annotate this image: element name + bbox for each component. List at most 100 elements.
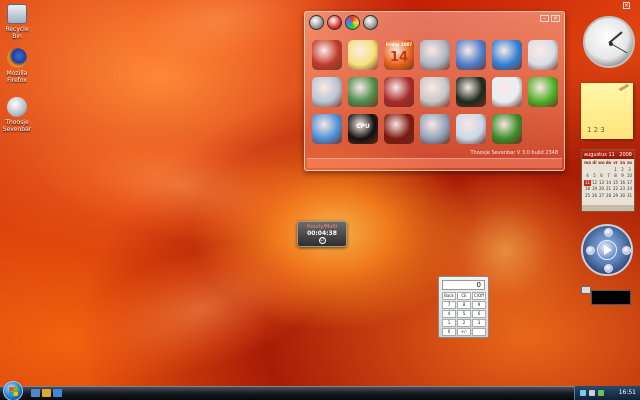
calendar-day[interactable]: 28 — [605, 193, 612, 200]
recycle-bin-icon — [7, 4, 27, 24]
calendar-footer — [582, 205, 634, 211]
wallpaper-petal — [22, 104, 338, 266]
calculator-key[interactable]: 7 — [442, 301, 456, 309]
network-meter-icon[interactable] — [456, 77, 486, 107]
shutdown-icon[interactable] — [384, 77, 414, 107]
search-icon[interactable] — [492, 77, 522, 107]
gear-icon[interactable] — [363, 15, 378, 30]
calendar-day[interactable]: 29 — [612, 193, 619, 200]
clock-icon[interactable] — [312, 40, 342, 70]
timer-power-icon[interactable]: ⏻ — [318, 237, 326, 244]
sticky-notes-gadget[interactable]: 1 2 3 — [581, 83, 633, 139]
minimize-button[interactable]: – — [540, 15, 549, 22]
media-player-icon[interactable] — [492, 40, 522, 70]
photos-icon[interactable] — [348, 77, 378, 107]
play-icon — [604, 245, 612, 255]
volume-icon[interactable] — [589, 390, 595, 396]
recycle-bin-icon[interactable] — [312, 77, 342, 107]
clock-center — [609, 42, 613, 46]
switch-windows-icon[interactable] — [42, 389, 51, 397]
desktop-icon-label: Recycle Bin — [5, 26, 29, 40]
windows-logo-icon — [9, 387, 18, 396]
calculator-widget[interactable]: 0 Back CE C/Off 7 8 9 4 5 6 1 2 3 0 +/-. — [438, 276, 489, 338]
calculator-key[interactable]: CE — [457, 292, 471, 300]
system-tray: 16:51 — [574, 386, 640, 400]
calculator-key[interactable]: 5 — [457, 310, 471, 318]
calculator-key[interactable]: . — [472, 328, 486, 336]
calculator-icon[interactable] — [456, 114, 486, 144]
tray-clock[interactable]: 16:51 — [619, 389, 636, 396]
tray-app-icon[interactable] — [598, 390, 604, 396]
show-desktop-icon[interactable] — [31, 389, 40, 397]
tile-caption: Friday 2007 — [385, 42, 413, 47]
firefox-icon — [7, 48, 27, 68]
timer-time: 00:04:38 — [307, 230, 337, 237]
drive-icon[interactable] — [420, 40, 450, 70]
launcher-window-controls: – × — [540, 15, 560, 22]
timer-widget[interactable]: Hourly/Multi 00:04:38 ⏻ — [297, 221, 347, 247]
magnifier-icon[interactable] — [384, 114, 414, 144]
media-player-gadget[interactable] — [581, 224, 633, 276]
launcher-version-text: Thoosje Sevenbar V 3.0 build 2348 — [470, 150, 559, 156]
calculator-key[interactable]: 0 — [442, 328, 456, 336]
stop-icon[interactable] — [604, 264, 613, 273]
compass-icon[interactable] — [327, 15, 342, 30]
pencil-icon — [618, 83, 630, 92]
sevenbar-launcher-window[interactable]: – × Friday 2007 14 CPU Thoosje Sevenbar V … — [304, 11, 565, 171]
calculator-key[interactable]: 4 — [442, 310, 456, 318]
sidebar-close-button[interactable]: × — [623, 2, 630, 9]
launcher-toolbar — [309, 15, 378, 31]
close-button[interactable]: × — [551, 15, 560, 22]
calculator-key[interactable]: 2 — [457, 319, 471, 327]
calendar-icon[interactable]: Friday 2007 14 — [384, 40, 414, 70]
tile-label: CPU — [356, 123, 370, 130]
calculator-key[interactable]: 3 — [472, 319, 486, 327]
weather-icon[interactable] — [312, 114, 342, 144]
image-gadget-icon — [581, 286, 591, 294]
system-icon[interactable] — [420, 114, 450, 144]
battery-icon[interactable] — [492, 114, 522, 144]
start-button[interactable] — [3, 381, 23, 400]
calculator-key[interactable]: 9 — [472, 301, 486, 309]
previous-track-icon[interactable] — [586, 246, 595, 255]
calendar-day[interactable]: 25 — [584, 193, 591, 200]
desktop-icon-label: Mozilla Firefox — [6, 70, 28, 84]
sevenbar-icon — [7, 97, 27, 117]
wifi-icon[interactable] — [528, 77, 558, 107]
cpu-meter-icon[interactable]: CPU — [348, 114, 378, 144]
calendar-header: augustus 11 2008 — [582, 150, 634, 159]
network-icon[interactable] — [580, 390, 586, 396]
sticky-note-text: 1 2 3 — [587, 126, 605, 134]
colors-icon[interactable] — [345, 15, 360, 30]
launcher-tile-grid: Friday 2007 14 CPU — [309, 38, 561, 149]
volume-up-icon[interactable] — [604, 228, 613, 237]
slideshow-gadget[interactable] — [591, 290, 631, 305]
calculator-key[interactable]: +/- — [457, 328, 471, 336]
calendar-day-grid: ma di wo do vr za zo 1 2 3 4 5 6 7 8 9 10 11 12 13 14 15 16 17 1… — [582, 159, 634, 199]
internet-explorer-icon[interactable] — [53, 389, 62, 397]
desktop-icon-sevenbar[interactable]: Thoosje Sevenbar — [0, 97, 34, 133]
desktop-icon-firefox[interactable]: Mozilla Firefox — [0, 48, 34, 84]
calendar-day[interactable]: 31 — [626, 193, 633, 200]
clock-gadget[interactable] — [583, 16, 635, 68]
calculator-key[interactable]: 1 — [442, 319, 456, 327]
calendar-year: 2008 — [619, 151, 632, 158]
calculator-key[interactable]: C/Off — [472, 292, 486, 300]
settings-icon[interactable] — [309, 15, 324, 30]
window-icon[interactable] — [456, 40, 486, 70]
calculator-key[interactable]: 8 — [457, 301, 471, 309]
news-feed-icon[interactable] — [420, 77, 450, 107]
calendar-gadget[interactable]: augustus 11 2008 ma di wo do vr za zo 1 2 3 4 5 6 7 8 9… — [581, 149, 635, 212]
mail-icon[interactable] — [528, 40, 558, 70]
sticky-notes-icon[interactable] — [348, 40, 378, 70]
calendar-day[interactable]: 30 — [619, 193, 626, 200]
next-track-icon[interactable] — [622, 246, 631, 255]
calculator-keypad: Back CE C/Off 7 8 9 4 5 6 1 2 3 0 +/-. — [439, 292, 488, 336]
calculator-key[interactable]: Back — [442, 292, 456, 300]
calculator-key[interactable]: 6 — [472, 310, 486, 318]
calendar-day[interactable]: 27 — [598, 193, 605, 200]
desktop-icon-label: Thoosje Sevenbar — [2, 119, 32, 133]
tile-label: 14 — [389, 50, 409, 65]
calendar-day[interactable]: 26 — [591, 193, 598, 200]
desktop-icon-recycle-bin[interactable]: Recycle Bin — [0, 4, 34, 40]
